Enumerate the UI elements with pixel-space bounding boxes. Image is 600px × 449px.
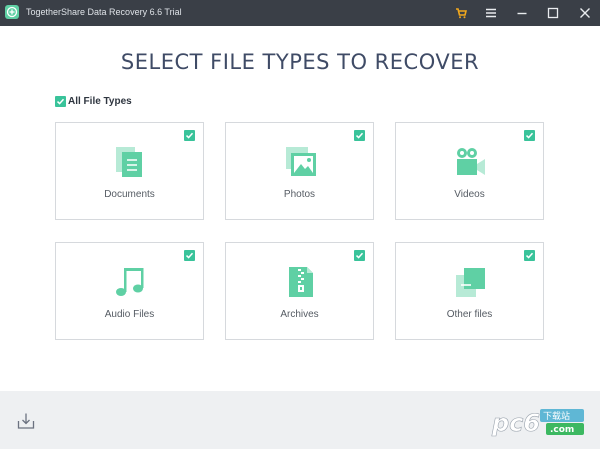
page-title: SELECT FILE TYPES TO RECOVER: [120, 50, 480, 74]
video-camera-icon: [454, 145, 488, 179]
window-title: TogetherShare Data Recovery 6.6 Trial: [26, 7, 182, 17]
checkbox-checked-icon[interactable]: [524, 250, 535, 261]
photo-icon: [284, 145, 318, 179]
all-file-types-label: All File Types: [68, 95, 132, 107]
app-logo-icon: [5, 5, 19, 19]
checkbox-checked-icon[interactable]: [354, 250, 365, 261]
checkbox-checked-icon[interactable]: [55, 95, 66, 107]
archive-zip-icon: [284, 265, 318, 299]
minimize-icon[interactable]: [514, 5, 530, 21]
file-type-card-other-files[interactable]: Other files: [395, 242, 544, 340]
file-type-label: Other files: [446, 309, 493, 320]
file-type-card-audio-files[interactable]: Audio Files: [55, 242, 204, 340]
menu-icon[interactable]: [483, 5, 499, 21]
cart-icon[interactable]: [453, 5, 469, 21]
file-type-card-archives[interactable]: Archives: [225, 242, 374, 340]
footer-bar: pc6 下载站 .com: [0, 391, 600, 449]
file-type-label: Photos: [283, 189, 316, 200]
other-files-icon: [454, 265, 488, 299]
title-bar: TogetherShare Data Recovery 6.6 Trial: [0, 0, 600, 26]
svg-text:pc6: pc6: [491, 409, 540, 437]
file-type-card-photos[interactable]: Photos: [225, 122, 374, 220]
file-type-label: Videos: [454, 189, 485, 200]
music-note-icon: [114, 265, 148, 299]
file-type-label: Audio Files: [104, 309, 155, 320]
close-icon[interactable]: [577, 5, 593, 21]
file-type-label: Documents: [104, 189, 155, 200]
svg-text:下载站: 下载站: [543, 410, 570, 422]
export-icon[interactable]: [16, 411, 36, 431]
file-type-card-videos[interactable]: Videos: [395, 122, 544, 220]
checkbox-checked-icon[interactable]: [524, 130, 535, 141]
file-type-label: Archives: [280, 309, 319, 320]
svg-text:.com: .com: [550, 425, 574, 435]
file-type-card-documents[interactable]: Documents: [55, 122, 204, 220]
maximize-icon[interactable]: [545, 5, 561, 21]
checkbox-checked-icon[interactable]: [184, 130, 195, 141]
all-file-types-checkbox[interactable]: All File Types: [55, 95, 132, 107]
checkbox-checked-icon[interactable]: [184, 250, 195, 261]
checkbox-checked-icon[interactable]: [354, 130, 365, 141]
watermark-logo: pc6 下载站 .com: [490, 401, 590, 441]
documents-icon: [114, 145, 148, 179]
